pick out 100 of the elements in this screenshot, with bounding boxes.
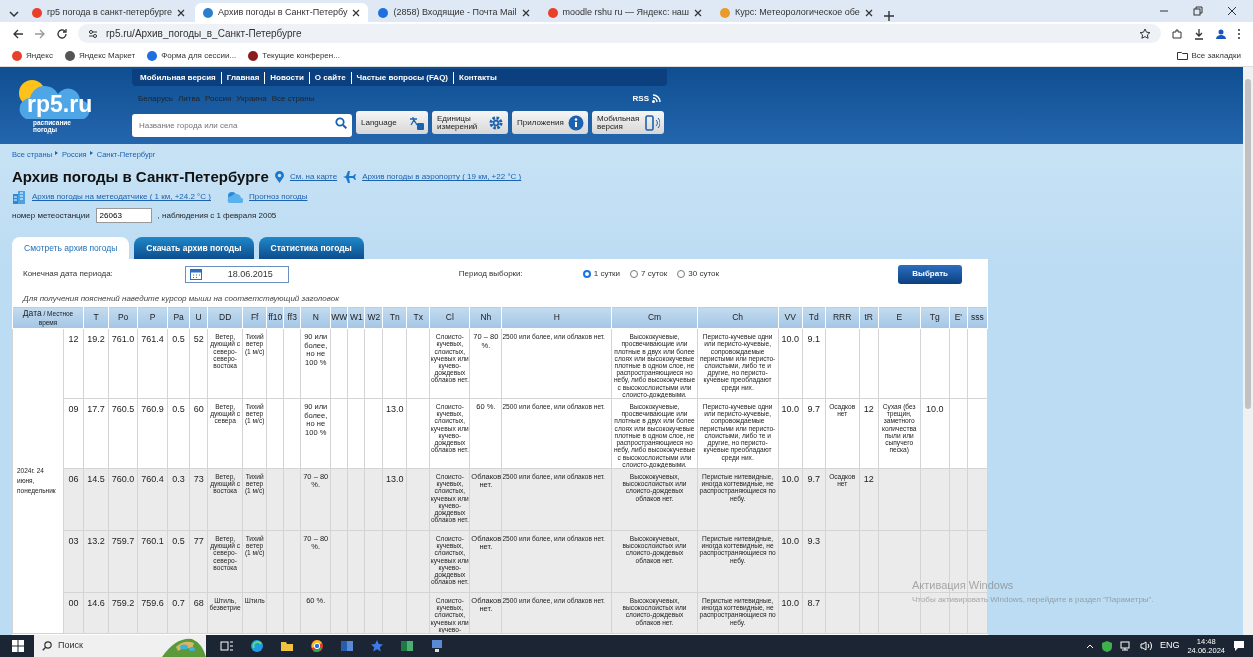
folder-icon[interactable] bbox=[280, 639, 294, 653]
header-button[interactable]: Единицы измерений bbox=[432, 111, 508, 134]
column-header[interactable]: Cm bbox=[612, 306, 698, 329]
extensions-icon[interactable] bbox=[1171, 27, 1183, 40]
search-field[interactable]: Название города или села bbox=[132, 114, 352, 137]
column-header[interactable]: Nh bbox=[469, 306, 502, 329]
profile-icon[interactable] bbox=[1215, 27, 1227, 40]
column-header[interactable]: VV bbox=[778, 306, 803, 329]
table-cell: 17.7 bbox=[83, 398, 109, 469]
menu-link[interactable]: Новости bbox=[264, 71, 304, 84]
star-icon[interactable] bbox=[370, 639, 384, 653]
windows-icon[interactable] bbox=[12, 640, 24, 652]
date-label: Конечная дата периода: bbox=[23, 268, 113, 281]
browser-tab[interactable]: Архив погоды в Санкт-Петербу bbox=[195, 3, 369, 22]
airport-link[interactable]: Архив погоды в аэропорту ( 19 км, +22 °C ) bbox=[362, 171, 522, 184]
period-option[interactable]: 1 сутки bbox=[582, 268, 621, 281]
language-indicator[interactable]: ENG bbox=[1159, 639, 1180, 653]
column-header[interactable]: Tn bbox=[382, 306, 407, 329]
speaker-icon[interactable] bbox=[1139, 641, 1152, 651]
download-icon[interactable] bbox=[1193, 27, 1205, 40]
browser-tab[interactable]: Курс: Метеорологическое обе bbox=[712, 3, 881, 22]
rss-link[interactable]: RSS bbox=[632, 92, 661, 105]
period-option[interactable]: 30 суток bbox=[677, 268, 719, 281]
scrollbar[interactable] bbox=[1243, 67, 1253, 635]
notification-icon[interactable] bbox=[1233, 640, 1245, 652]
close-icon[interactable] bbox=[352, 8, 361, 17]
task-view-icon[interactable] bbox=[220, 639, 234, 653]
site-icon[interactable] bbox=[12, 50, 22, 61]
column-header[interactable]: sss bbox=[967, 306, 988, 329]
address-field[interactable]: rp5.ru/Архив_погоды_в_Санкт-Петербурге bbox=[106, 26, 302, 41]
period-option[interactable]: 7 суток bbox=[630, 268, 668, 281]
map-pin-icon bbox=[274, 171, 284, 184]
site-icon[interactable] bbox=[248, 50, 259, 61]
close-icon[interactable] bbox=[864, 8, 873, 17]
shield-icon[interactable] bbox=[1101, 640, 1112, 652]
column-header[interactable]: E bbox=[878, 306, 921, 329]
map-link[interactable]: См. на карте bbox=[289, 171, 338, 184]
menu-link[interactable]: Главная bbox=[220, 71, 260, 84]
close-icon[interactable] bbox=[521, 8, 530, 17]
submit-button[interactable]: Выбрать bbox=[898, 264, 962, 284]
menu-link[interactable]: О сайте bbox=[308, 71, 346, 84]
sensor-link[interactable]: Архив погоды на метеодатчике ( 1 км, +24.2 °C ) bbox=[32, 191, 211, 204]
close-icon[interactable] bbox=[694, 8, 703, 17]
menu-icon[interactable] bbox=[1237, 27, 1241, 40]
column-header[interactable]: Td bbox=[802, 306, 826, 329]
document-icon[interactable] bbox=[340, 639, 354, 653]
folder-icon[interactable] bbox=[1176, 51, 1188, 60]
site-icon[interactable] bbox=[64, 50, 75, 61]
bookmark-link[interactable]: Яндекс Маркет bbox=[78, 49, 136, 62]
column-header[interactable]: T bbox=[83, 306, 109, 329]
bookmark-link[interactable]: Форма для сессии... bbox=[161, 49, 237, 62]
computer-icon[interactable] bbox=[430, 639, 444, 653]
star-icon[interactable] bbox=[1139, 27, 1151, 40]
back-icon[interactable] bbox=[12, 27, 24, 40]
bookmark-link[interactable]: Яндекс bbox=[26, 49, 53, 62]
station-field[interactable]: 26063 bbox=[95, 208, 152, 224]
menu-link[interactable]: Контакты bbox=[453, 71, 497, 84]
column-header[interactable]: Po bbox=[108, 306, 138, 329]
bookmarks-folder-link[interactable]: Все закладки bbox=[1191, 49, 1241, 62]
reload-icon[interactable] bbox=[56, 27, 68, 40]
header-button[interactable]: Приложения bbox=[512, 111, 588, 134]
column-header[interactable]: Tg bbox=[920, 306, 950, 329]
close-icon[interactable] bbox=[177, 8, 185, 17]
forward-icon[interactable] bbox=[34, 27, 46, 40]
swirl-icon[interactable] bbox=[250, 639, 264, 653]
restore-icon[interactable] bbox=[1193, 6, 1203, 16]
browser-tab[interactable]: moodle rshu ru — Яндекс: наш bbox=[539, 3, 711, 22]
header-button[interactable]: Мобильная версия bbox=[592, 111, 664, 134]
browser-tab[interactable]: (2858) Входящие - Почта Mail bbox=[370, 3, 538, 22]
site-info-icon[interactable] bbox=[88, 28, 98, 39]
column-header[interactable]: Pa bbox=[167, 306, 190, 329]
archive-tab[interactable]: Статистика погоды bbox=[258, 237, 364, 260]
column-header[interactable]: H bbox=[501, 306, 612, 329]
new-tab-icon[interactable] bbox=[882, 10, 895, 22]
archive-tab[interactable]: Смотреть архив погоды bbox=[12, 237, 130, 260]
menu-link[interactable]: Мобильная версия bbox=[140, 71, 216, 84]
column-header[interactable]: Tx bbox=[406, 306, 430, 329]
column-header[interactable]: Ch bbox=[697, 306, 779, 329]
bookmark-link[interactable]: Текущие конферен... bbox=[262, 49, 340, 62]
chevron-up-icon[interactable] bbox=[1085, 643, 1094, 649]
browser-tab[interactable]: rp5 погода в санкт-петербурге bbox=[24, 3, 193, 22]
header-button[interactable]: Language bbox=[356, 111, 428, 134]
date-field[interactable]: 18.06.2015 bbox=[184, 265, 289, 283]
column-header[interactable]: N bbox=[300, 306, 331, 329]
column-header[interactable]: Ff bbox=[242, 306, 267, 329]
round-icon[interactable] bbox=[310, 639, 324, 653]
search-icon[interactable] bbox=[335, 117, 347, 129]
column-header[interactable]: RRR bbox=[825, 306, 860, 329]
column-header[interactable]: DD bbox=[207, 306, 243, 329]
gear-icon bbox=[488, 114, 504, 131]
column-header[interactable]: Cl bbox=[429, 306, 470, 329]
menu-link[interactable]: Частые вопросы (FAQ) bbox=[350, 71, 448, 84]
taskbar-search[interactable]: Поиск bbox=[34, 635, 206, 657]
column-header[interactable]: P bbox=[137, 306, 168, 329]
forecast-link[interactable]: Прогноз погоды bbox=[249, 191, 308, 204]
site-icon[interactable] bbox=[147, 50, 158, 61]
archive-tab[interactable]: Скачать архив погоды bbox=[134, 237, 254, 260]
network-icon[interactable] bbox=[1119, 641, 1132, 651]
close-icon[interactable] bbox=[1227, 6, 1237, 16]
spreadsheet-icon[interactable] bbox=[400, 639, 414, 653]
